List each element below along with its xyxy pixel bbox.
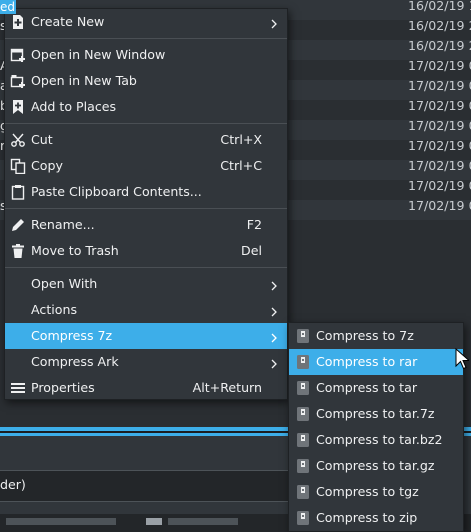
menu-item-compress-7z[interactable]: Compress 7z xyxy=(5,323,287,349)
submenu-item-label: Compress to rar xyxy=(316,354,418,369)
location-text: der) xyxy=(0,477,26,492)
compress-submenu: Compress to 7z Compress to rar Compress … xyxy=(288,322,464,532)
file-date: 17/02/19 0 xyxy=(408,118,471,133)
file-date: 17/02/19 0 xyxy=(408,78,471,93)
menu-separator xyxy=(5,38,287,39)
bookmark-add-icon xyxy=(10,99,26,115)
menu-item-shortcut: Ctrl+C xyxy=(220,158,262,173)
archive-icon xyxy=(296,510,310,526)
menu-item-label: Cut xyxy=(31,132,53,147)
clipboard-icon xyxy=(10,184,26,200)
menu-item-label: Actions xyxy=(31,302,78,317)
plus-square-icon xyxy=(10,14,26,30)
file-date: 16/02/19 2 xyxy=(408,38,471,53)
location-field[interactable] xyxy=(0,470,301,502)
chevron-right-icon xyxy=(269,279,279,291)
menu-item-compress-ark[interactable]: Compress Ark xyxy=(5,349,287,375)
archive-icon xyxy=(296,432,310,448)
chevron-right-icon xyxy=(269,331,279,343)
menu-item-label: Open With xyxy=(31,276,98,291)
menu-item-open-new-tab[interactable]: Open in New Tab xyxy=(5,68,287,94)
menu-separator xyxy=(5,208,287,209)
submenu-item-compress-rar[interactable]: Compress to rar xyxy=(289,349,463,375)
menu-item-label: Open in New Tab xyxy=(31,73,137,88)
submenu-item-compress-zip[interactable]: Compress to zip xyxy=(289,505,463,531)
menu-item-copy[interactable]: Copy Ctrl+C xyxy=(5,153,287,179)
new-window-icon xyxy=(10,47,26,63)
file-date: 17/02/19 0 xyxy=(408,158,471,173)
submenu-item-compress-tar-7z[interactable]: Compress to tar.7z xyxy=(289,401,463,427)
menu-item-label: Add to Places xyxy=(31,99,117,114)
menu-item-open-with[interactable]: Open With xyxy=(5,271,287,297)
submenu-item-label: Compress to tar xyxy=(316,380,418,395)
menu-item-label: Compress 7z xyxy=(31,328,113,343)
menu-item-shortcut: Alt+Return xyxy=(192,380,262,395)
archive-icon xyxy=(296,328,310,344)
submenu-item-label: Compress to 7z xyxy=(316,328,414,343)
archive-icon xyxy=(296,406,310,422)
menu-item-rename[interactable]: Rename... F2 xyxy=(5,212,287,238)
submenu-item-compress-tar-bz2[interactable]: Compress to tar.bz2 xyxy=(289,427,463,453)
archive-icon xyxy=(296,354,310,370)
menu-item-label: Copy xyxy=(31,158,63,173)
menu-item-shortcut: Del xyxy=(241,243,262,258)
context-menu: Create New Open in New Window Open in Ne… xyxy=(4,8,288,400)
menu-item-actions[interactable]: Actions xyxy=(5,297,287,323)
file-date: 16/02/19 2 xyxy=(408,18,471,33)
menu-item-open-new-window[interactable]: Open in New Window xyxy=(5,42,287,68)
file-date: 17/02/19 0 xyxy=(408,198,471,213)
file-date: 17/02/19 0 xyxy=(408,98,471,113)
archive-icon xyxy=(296,380,310,396)
menu-item-label: Move to Trash xyxy=(31,243,119,258)
menu-item-add-to-places[interactable]: Add to Places xyxy=(5,94,287,120)
status-control[interactable] xyxy=(168,518,238,525)
submenu-item-compress-tgz[interactable]: Compress to tgz xyxy=(289,479,463,505)
submenu-item-label: Compress to tgz xyxy=(316,484,419,499)
menu-item-label: Open in New Window xyxy=(31,47,166,62)
status-control[interactable] xyxy=(6,518,116,525)
submenu-item-compress-tar[interactable]: Compress to tar xyxy=(289,375,463,401)
menu-item-cut[interactable]: Cut Ctrl+X xyxy=(5,127,287,153)
trash-icon xyxy=(10,243,26,259)
menu-item-label: Paste Clipboard Contents... xyxy=(31,184,202,199)
menu-item-move-to-trash[interactable]: Move to Trash Del xyxy=(5,238,287,264)
menu-item-label: Create New xyxy=(31,14,105,29)
copy-icon xyxy=(10,158,26,174)
menu-item-create-new[interactable]: Create New xyxy=(5,9,287,35)
menu-item-properties[interactable]: Properties Alt+Return xyxy=(5,375,287,401)
menu-item-paste[interactable]: Paste Clipboard Contents... xyxy=(5,179,287,205)
new-tab-icon xyxy=(10,73,26,89)
file-date: 17/02/19 0 xyxy=(408,138,471,153)
file-date: 17/02/19 0 xyxy=(408,58,471,73)
chevron-right-icon xyxy=(269,357,279,369)
file-date: 16/02/19 1 xyxy=(408,0,471,13)
chevron-right-icon xyxy=(269,17,279,29)
submenu-item-label: Compress to tar.gz xyxy=(316,458,435,473)
menu-item-shortcut: Ctrl+X xyxy=(220,132,262,147)
menu-item-label: Rename... xyxy=(31,217,95,232)
pencil-icon xyxy=(10,217,26,233)
archive-icon xyxy=(296,458,310,474)
chevron-right-icon xyxy=(269,305,279,317)
file-date: 17/02/19 0 xyxy=(408,178,471,193)
submenu-item-compress-tar-gz[interactable]: Compress to tar.gz xyxy=(289,453,463,479)
mouse-pointer-icon xyxy=(455,347,471,370)
menu-item-shortcut: F2 xyxy=(246,217,262,232)
submenu-item-label: Compress to tar.7z xyxy=(316,406,435,421)
status-icon[interactable] xyxy=(146,518,162,525)
submenu-item-compress-7z[interactable]: Compress to 7z xyxy=(289,323,463,349)
archive-icon xyxy=(296,484,310,500)
menu-separator xyxy=(5,267,287,268)
menu-item-label: Properties xyxy=(31,380,95,395)
submenu-item-label: Compress to zip xyxy=(316,510,418,525)
scissors-icon xyxy=(10,132,26,148)
menu-separator xyxy=(5,123,287,124)
menu-item-label: Compress Ark xyxy=(31,354,119,369)
selected-file-name-overlay[interactable]: ed xyxy=(0,0,16,14)
submenu-item-label: Compress to tar.bz2 xyxy=(316,432,443,447)
properties-icon xyxy=(10,380,26,396)
